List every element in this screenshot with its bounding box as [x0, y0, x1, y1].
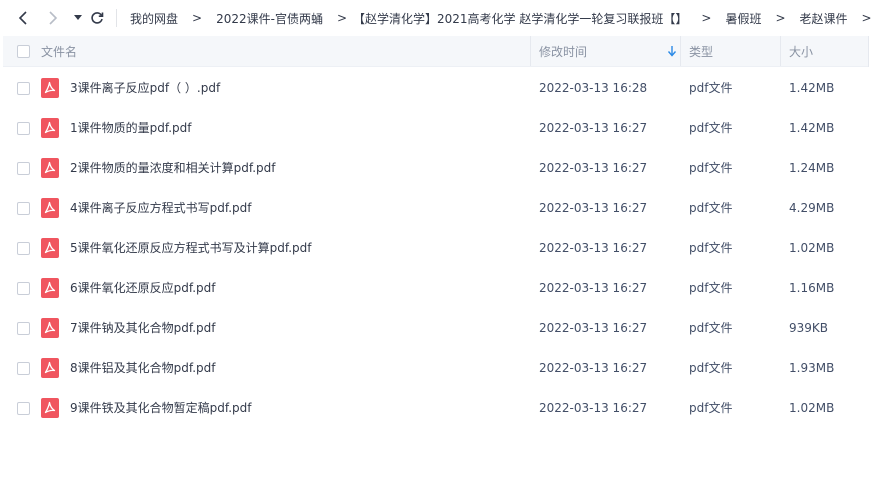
file-name[interactable]: 6课件氧化还原反应pdf.pdf: [70, 268, 216, 308]
file-row[interactable]: 6课件氧化还原反应pdf.pdf 2022-03-13 16:27 pdf文件 …: [3, 268, 868, 308]
sort-down-arrow-icon[interactable]: [667, 45, 677, 57]
caret-down-icon: [74, 15, 82, 20]
breadcrumb-item-course[interactable]: 2022课件-官债两蛹: [216, 10, 323, 27]
toolbar-divider: [116, 9, 117, 27]
breadcrumb-item-class[interactable]: 【赵学清化学】2021高考化学 赵学清化学一轮复习联报班【】: [353, 10, 687, 27]
file-row[interactable]: 1课件物质的量pdf.pdf 2022-03-13 16:27 pdf文件 1.…: [3, 108, 868, 148]
pdf-file-icon: [41, 318, 59, 338]
pdf-file-icon: [41, 358, 59, 378]
column-divider[interactable]: [680, 36, 681, 66]
breadcrumb-separator: >: [192, 11, 203, 25]
file-row[interactable]: 3课件离子反应pdf（ ）.pdf 2022-03-13 16:28 pdf文件…: [3, 68, 868, 108]
file-name[interactable]: 4课件离子反应方程式书写pdf.pdf: [70, 188, 252, 228]
refresh-button[interactable]: [88, 9, 106, 27]
refresh-icon: [91, 12, 104, 24]
file-row[interactable]: 2课件物质的量浓度和相关计算pdf.pdf 2022-03-13 16:27 p…: [3, 148, 868, 188]
file-name[interactable]: 8课件铝及其化合物pdf.pdf: [70, 348, 216, 388]
file-modified: 2022-03-13 16:27: [539, 121, 648, 135]
file-name[interactable]: 9课件铁及其化合物暂定稿pdf.pdf: [70, 388, 252, 428]
file-size: 1.02MB: [789, 401, 835, 415]
file-modified: 2022-03-13 16:27: [539, 281, 648, 295]
pdf-file-icon: [41, 78, 59, 98]
breadcrumb-separator: >: [336, 11, 348, 25]
pdf-file-icon: [41, 198, 59, 218]
row-checkbox[interactable]: [17, 362, 30, 375]
file-name[interactable]: 3课件离子反应pdf（ ）.pdf: [70, 68, 220, 108]
column-divider[interactable]: [780, 36, 781, 66]
file-name[interactable]: 1课件物质的量pdf.pdf: [70, 108, 192, 148]
column-header-name[interactable]: 文件名: [41, 36, 77, 66]
pdf-file-icon: [41, 118, 59, 138]
file-type: pdf文件: [689, 321, 733, 335]
file-size: 1.02MB: [789, 241, 835, 255]
file-modified: 2022-03-13 16:27: [539, 401, 648, 415]
file-modified: 2022-03-13 16:27: [539, 321, 648, 335]
back-button[interactable]: [14, 9, 32, 27]
file-type: pdf文件: [689, 401, 733, 415]
file-size: 1.42MB: [789, 81, 835, 95]
file-modified: 2022-03-13 16:28: [539, 81, 648, 95]
history-dropdown-button[interactable]: [69, 9, 87, 27]
file-size: 939KB: [789, 321, 829, 335]
pdf-file-icon: [41, 238, 59, 258]
file-list-header: 文件名 修改时间 类型 大小: [3, 36, 868, 67]
row-checkbox[interactable]: [17, 282, 30, 295]
column-header-size[interactable]: 大小: [789, 36, 813, 66]
file-size: 1.16MB: [789, 281, 835, 295]
column-divider: [868, 36, 869, 67]
pdf-file-icon: [41, 398, 59, 418]
chevron-right-icon: [49, 11, 58, 25]
file-type: pdf文件: [689, 121, 733, 135]
forward-button[interactable]: [44, 9, 62, 27]
file-type: pdf文件: [689, 201, 733, 215]
file-size: 1.42MB: [789, 121, 835, 135]
row-checkbox[interactable]: [17, 82, 30, 95]
file-type: pdf文件: [689, 361, 733, 375]
file-modified: 2022-03-13 16:27: [539, 201, 648, 215]
file-name[interactable]: 5课件氧化还原反应方程式书写及计算pdf.pdf: [70, 228, 312, 268]
file-size: 1.93MB: [789, 361, 835, 375]
toolbar: 我的网盘 > 2022课件-官债两蛹 > 【赵学清化学】2021高考化学 赵学清…: [0, 0, 884, 36]
file-modified: 2022-03-13 16:27: [539, 161, 648, 175]
file-size: 4.29MB: [789, 201, 835, 215]
select-all-checkbox[interactable]: [17, 44, 30, 58]
breadcrumb-separator: >: [861, 11, 872, 25]
breadcrumb-item-summer[interactable]: 暑假班: [725, 10, 761, 27]
breadcrumb-separator: >: [775, 11, 786, 25]
row-checkbox[interactable]: [17, 122, 30, 135]
column-header-modified[interactable]: 修改时间: [539, 36, 587, 66]
chevron-left-icon: [18, 11, 27, 25]
breadcrumb: 我的网盘 > 2022课件-官债两蛹 > 【赵学清化学】2021高考化学 赵学清…: [130, 0, 884, 36]
select-all-checkbox-cell[interactable]: [17, 36, 30, 66]
row-checkbox[interactable]: [17, 322, 30, 335]
file-type: pdf文件: [689, 81, 733, 95]
breadcrumb-item-root[interactable]: 我的网盘: [130, 10, 178, 27]
row-checkbox[interactable]: [17, 242, 30, 255]
file-name[interactable]: 2课件物质的量浓度和相关计算pdf.pdf: [70, 148, 276, 188]
file-name[interactable]: 7课件钠及其化合物pdf.pdf: [70, 308, 216, 348]
file-row[interactable]: 5课件氧化还原反应方程式书写及计算pdf.pdf 2022-03-13 16:2…: [3, 228, 868, 268]
column-divider[interactable]: [530, 36, 531, 66]
row-checkbox[interactable]: [17, 202, 30, 215]
pdf-file-icon: [41, 158, 59, 178]
file-row[interactable]: 8课件铝及其化合物pdf.pdf 2022-03-13 16:27 pdf文件 …: [3, 348, 868, 388]
file-modified: 2022-03-13 16:27: [539, 241, 648, 255]
row-checkbox[interactable]: [17, 402, 30, 415]
file-type: pdf文件: [689, 161, 733, 175]
breadcrumb-item-current[interactable]: 老赵课件: [800, 10, 848, 27]
file-row[interactable]: 4课件离子反应方程式书写pdf.pdf 2022-03-13 16:27 pdf…: [3, 188, 868, 228]
breadcrumb-separator: >: [701, 11, 712, 25]
row-checkbox[interactable]: [17, 162, 30, 175]
pdf-file-icon: [41, 278, 59, 298]
file-row[interactable]: 9课件铁及其化合物暂定稿pdf.pdf 2022-03-13 16:27 pdf…: [3, 388, 868, 428]
file-type: pdf文件: [689, 281, 733, 295]
file-modified: 2022-03-13 16:27: [539, 361, 648, 375]
file-list: 3课件离子反应pdf（ ）.pdf 2022-03-13 16:28 pdf文件…: [3, 68, 868, 428]
file-type: pdf文件: [689, 241, 733, 255]
column-header-type[interactable]: 类型: [689, 36, 713, 66]
file-row[interactable]: 7课件钠及其化合物pdf.pdf 2022-03-13 16:27 pdf文件 …: [3, 308, 868, 348]
file-size: 1.24MB: [789, 161, 835, 175]
